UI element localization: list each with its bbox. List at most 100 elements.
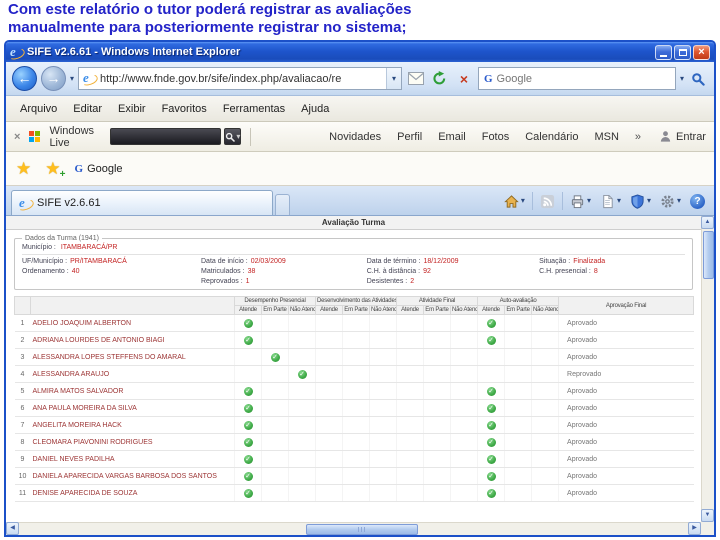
forward-button[interactable]: →: [41, 66, 66, 91]
help-button[interactable]: ?: [686, 189, 709, 213]
favorites-bar: ★ ★ + G Google: [6, 152, 714, 186]
maximize-button[interactable]: [674, 44, 691, 60]
mark-cell: ✓: [477, 484, 505, 502]
mark-cell: [504, 348, 532, 366]
mark-cell: [423, 331, 451, 349]
field-value: ITAMBARACÁ/PR: [60, 244, 118, 251]
turma-field: Desistentes :2: [367, 278, 539, 285]
horizontal-scrollbar[interactable]: ◀ ▶: [6, 522, 701, 535]
search-engine-label: Google: [496, 72, 533, 85]
field-value: PR/ITAMBARACÁ: [70, 258, 127, 265]
table-row: 10 DANIELA APARECIDA VARGAS BARBOSA DOS S…: [14, 467, 694, 485]
windows-live-brand: Windows Live: [49, 124, 95, 149]
scroll-left-button[interactable]: ◀: [6, 522, 19, 535]
overflow-chevron[interactable]: »: [635, 131, 641, 143]
caption-line-2: manualmente para posteriormente registra…: [8, 19, 407, 36]
favorite-label: Google: [87, 162, 123, 175]
subcolumn-atende: Atende: [477, 305, 506, 315]
favorites-center-button[interactable]: ★: [16, 160, 31, 177]
new-tab-button[interactable]: [275, 194, 290, 215]
live-link-fotos[interactable]: Fotos: [482, 131, 510, 143]
history-dropdown-icon[interactable]: ▾: [70, 74, 74, 83]
final-result: Reprovado: [558, 365, 694, 383]
add-favorite-button[interactable]: ★ +: [45, 160, 65, 180]
live-search-button[interactable]: ▾: [224, 128, 242, 145]
mark-cell: [342, 467, 370, 485]
safety-button[interactable]: ▾: [626, 189, 655, 213]
mark-cell: [449, 450, 478, 468]
live-link-msn[interactable]: MSN: [594, 131, 618, 143]
mark-cell: [288, 399, 316, 417]
turma-field: Situação : Finalizada: [539, 258, 685, 265]
scroll-up-button[interactable]: ▲: [701, 216, 714, 229]
table-header-row: Desempenho Presencial Desenvolvimento das…: [14, 296, 695, 315]
mark-cell: ✓: [234, 467, 262, 485]
minimize-button[interactable]: [655, 44, 672, 60]
menu-item-exibir[interactable]: Exibir: [110, 100, 154, 118]
page-button[interactable]: ▾: [596, 189, 625, 213]
refresh-button[interactable]: [430, 68, 450, 90]
mark-cell: ✓: [477, 467, 505, 485]
back-button[interactable]: ←: [12, 66, 37, 91]
table-row: 4 ALESSANDRA ARAUJO ✓ Reprovado: [14, 365, 694, 383]
live-link-novidades[interactable]: Novidades: [329, 131, 381, 143]
menu-item-ferramentas[interactable]: Ferramentas: [215, 100, 293, 118]
mark-cell: [342, 331, 370, 349]
close-button[interactable]: ×: [693, 44, 710, 60]
mark-cell: [504, 331, 532, 349]
horizontal-scroll-thumb[interactable]: [306, 524, 418, 535]
chevron-down-icon: ▾: [616, 196, 621, 205]
sign-in-button[interactable]: Entrar: [659, 130, 706, 143]
menu-item-favoritos[interactable]: Favoritos: [154, 100, 215, 118]
mark-cell: [315, 484, 343, 502]
live-link-email[interactable]: Email: [438, 131, 466, 143]
scroll-right-button[interactable]: ▶: [688, 522, 701, 535]
menu-item-ajuda[interactable]: Ajuda: [293, 100, 337, 118]
subcolumn-nao-atende: Não Atende: [449, 305, 479, 315]
address-bar[interactable]: e http://www.fnde.gov.br/sife/index.php/…: [78, 67, 402, 90]
divider: [561, 192, 563, 210]
mark-cell: ✓: [234, 450, 262, 468]
menu-item-arquivo[interactable]: Arquivo: [12, 100, 65, 118]
feeds-button[interactable]: [536, 189, 559, 213]
mark-cell: [369, 348, 397, 366]
mark-cell: [369, 416, 397, 434]
mark-cell: [342, 365, 370, 383]
row-number: 5: [14, 382, 31, 400]
address-dropdown-button[interactable]: ▾: [385, 68, 401, 89]
search-box[interactable]: G Google: [477, 67, 676, 90]
print-button[interactable]: ▾: [566, 189, 595, 213]
menu-item-editar[interactable]: Editar: [65, 100, 110, 118]
live-search-input[interactable]: [109, 128, 222, 145]
mark-cell: ✓: [477, 314, 505, 332]
subcolumn-em-parte: Em Parte: [423, 305, 451, 315]
stop-button[interactable]: ×: [454, 68, 474, 90]
search-go-button[interactable]: [688, 68, 708, 90]
live-link-perfil[interactable]: Perfil: [397, 131, 422, 143]
student-name: ALESSANDRA ARAUJO: [30, 365, 235, 383]
live-link-calendario[interactable]: Calendário: [525, 131, 578, 143]
check-icon: ✓: [486, 318, 496, 328]
check-icon: ✓: [243, 437, 253, 447]
mark-cell: [449, 365, 478, 383]
toolbar-close-icon[interactable]: ×: [14, 131, 20, 143]
tools-button[interactable]: ▾: [656, 189, 685, 213]
home-button[interactable]: ▾: [500, 189, 529, 213]
mail-button[interactable]: [406, 68, 426, 90]
table-row: 5 ALMIRA MATOS SALVADOR ✓ ✓ Aprovado: [14, 382, 694, 400]
tab-sife[interactable]: e SIFE v2.6.61: [11, 190, 273, 215]
search-dropdown-icon[interactable]: ▾: [680, 74, 684, 83]
mark-cell: [396, 467, 424, 485]
field-value: Finalizada: [573, 258, 606, 265]
scroll-down-button[interactable]: ▼: [701, 509, 714, 522]
page-title: Avaliação Turma: [6, 216, 701, 230]
check-icon: ✓: [243, 335, 253, 345]
table-row: 7 ANGELITA MOREIRA HACK ✓ ✓ Aprovado: [14, 416, 694, 434]
turma-field: C.H. à distância :92: [367, 268, 539, 275]
mark-cell: [261, 416, 289, 434]
student-name: DANIEL NEVES PADILHA: [30, 450, 235, 468]
vertical-scrollbar[interactable]: ▲ ▼: [701, 216, 714, 522]
vertical-scroll-thumb[interactable]: [703, 231, 714, 279]
subcolumn-em-parte: Em Parte: [342, 305, 370, 315]
favorite-link-google[interactable]: G Google: [75, 163, 123, 175]
